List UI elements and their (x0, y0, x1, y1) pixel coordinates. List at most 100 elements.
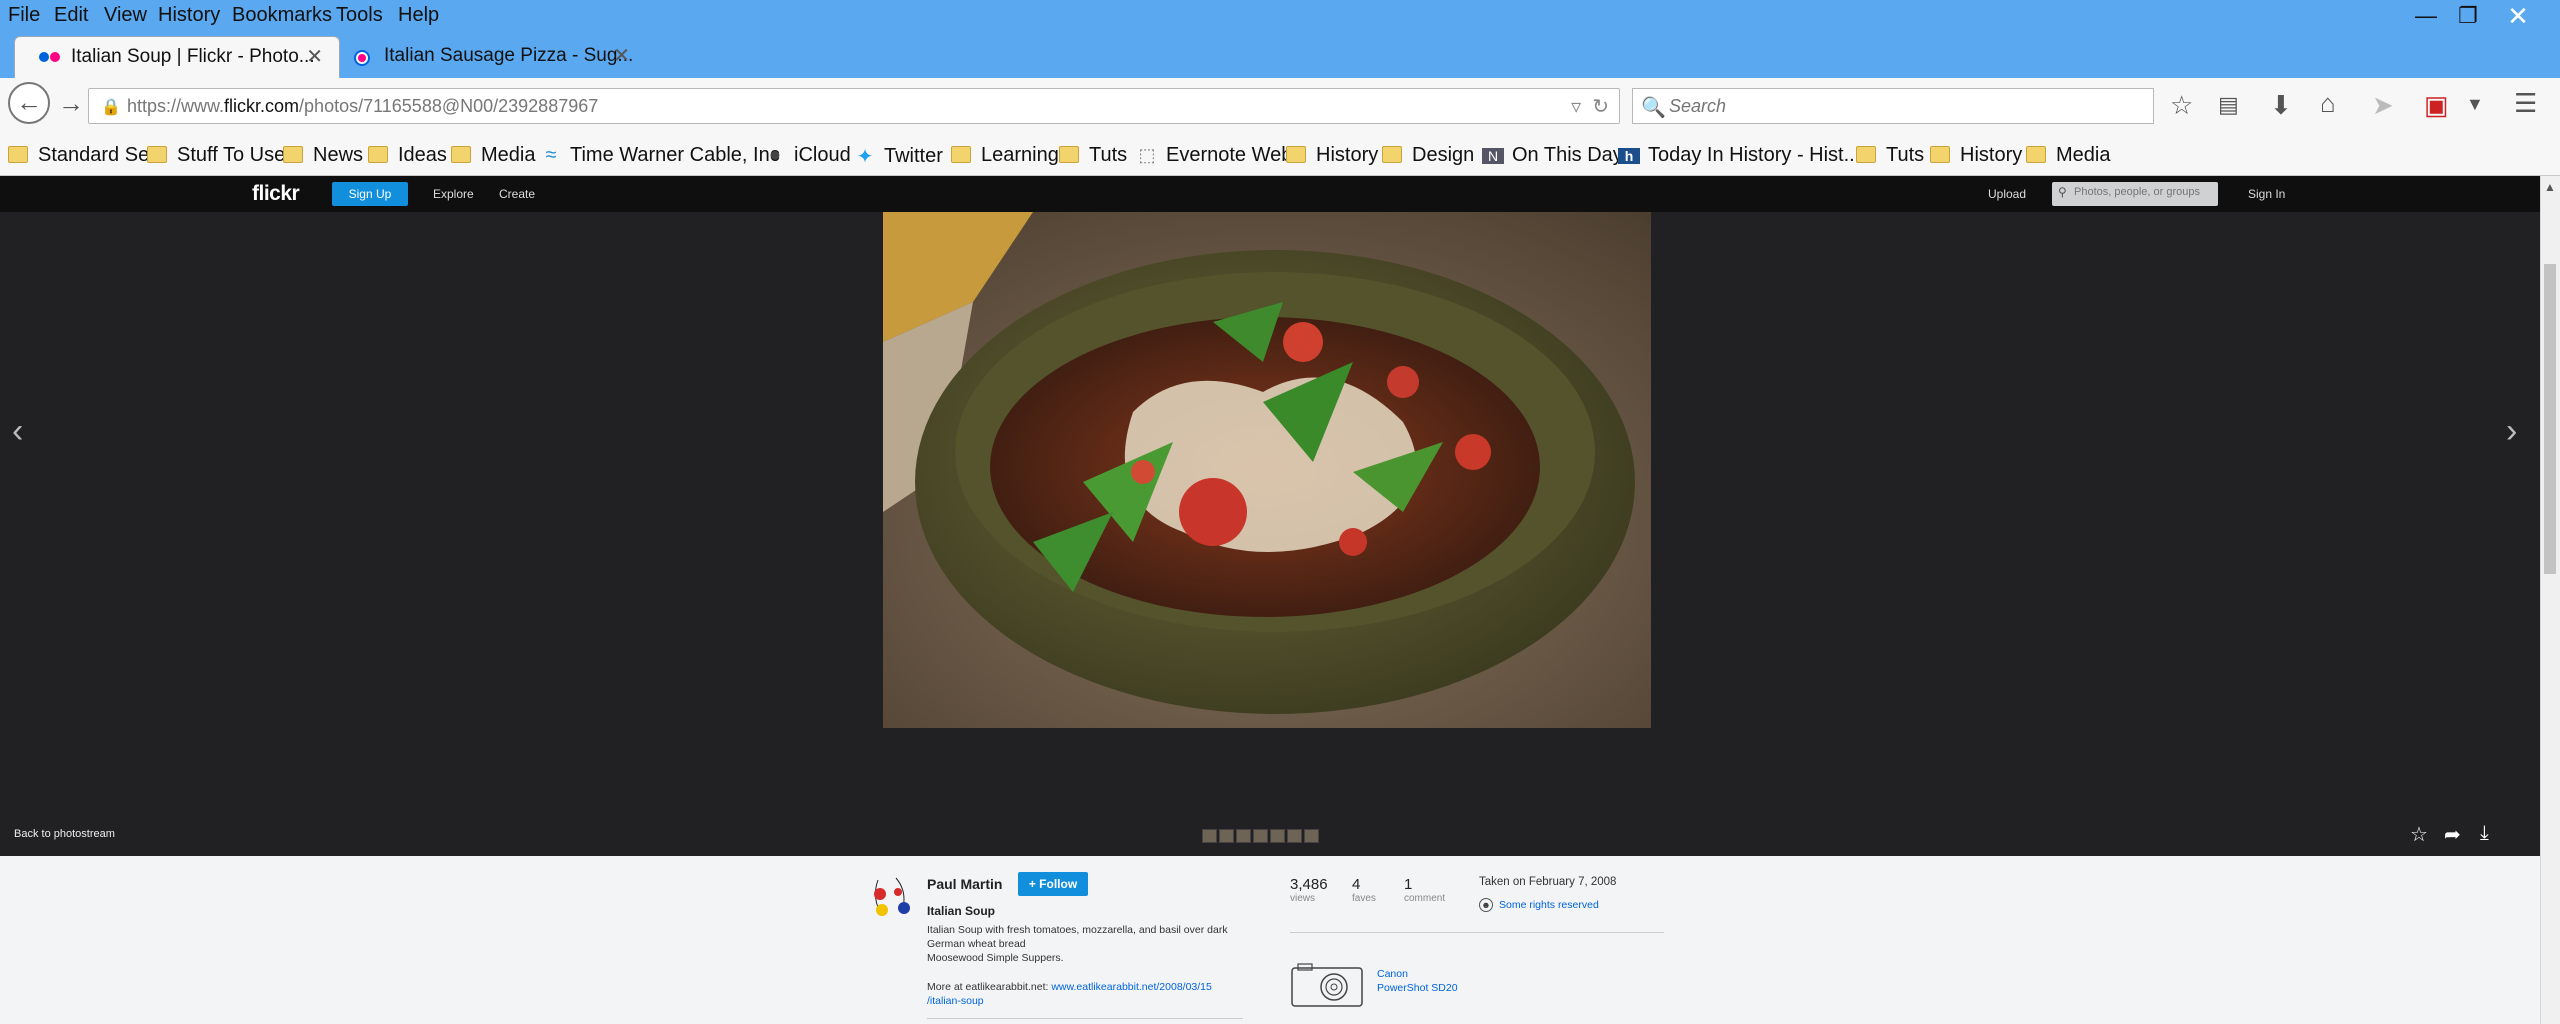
explore-link[interactable]: Explore (433, 187, 474, 201)
scrollbar-thumb[interactable] (2544, 264, 2556, 574)
folder-icon (283, 146, 303, 163)
menu-edit[interactable]: Edit (54, 4, 88, 27)
eatlikearabbit-link-continued[interactable]: /italian-soup (927, 995, 984, 1007)
taken-date: Taken on February 7, 2008 (1479, 876, 1617, 888)
menu-help[interactable]: Help (398, 4, 439, 27)
flickr-search-input[interactable] (2074, 186, 2214, 198)
tab-italian-sausage-pizza[interactable]: Italian Sausage Pizza - Sug... ✕ (340, 36, 646, 78)
chevron-down-icon[interactable]: ▼ (2466, 94, 2484, 115)
folder-icon (368, 146, 388, 163)
bookmark-icloud[interactable]: ● iCloud (764, 144, 851, 167)
filmstrip-thumbnail[interactable] (1253, 829, 1268, 843)
navigation-bar: ← → 🔒 https://www.flickr.com/photos/7116… (0, 78, 2560, 138)
filmstrip-thumbnail[interactable] (1236, 829, 1251, 843)
bookmark-standard-set[interactable]: Standard Set (8, 144, 155, 167)
flickr-header: flickr Sign Up Explore Create Upload ⚲ S… (0, 176, 2540, 212)
eatlikearabbit-link[interactable]: www.eatlikearabbit.net/2008/03/15 (1051, 981, 1212, 993)
bookmark-tuts-2[interactable]: Tuts (1856, 144, 1924, 167)
tab-close-icon[interactable]: ✕ (306, 37, 323, 77)
bookmark-news[interactable]: News (283, 144, 363, 167)
bookmark-evernote-web[interactable]: ⬚ Evernote Web (1136, 144, 1292, 167)
dropdown-icon[interactable]: ▿ (1571, 96, 1581, 118)
search-input[interactable] (1669, 93, 2129, 119)
nyt-icon: N (1482, 147, 1504, 164)
search-engine-icon[interactable]: 🔍 (1641, 95, 1666, 120)
bookmark-stuff-to-use[interactable]: Stuff To Use (147, 144, 285, 167)
back-to-photostream-link[interactable]: Back to photostream (14, 828, 115, 840)
bookmark-media[interactable]: Media (451, 144, 535, 167)
url-bar[interactable]: 🔒 https://www.flickr.com/photos/71165588… (88, 88, 1620, 124)
follow-button[interactable]: + Follow (1018, 872, 1088, 896)
filmstrip-thumbnail[interactable] (1304, 829, 1319, 843)
search-icon: ⚲ (2058, 185, 2067, 199)
home-icon[interactable]: ⌂ (2320, 88, 2336, 119)
menu-view[interactable]: View (104, 4, 147, 27)
tab-close-icon[interactable]: ✕ (613, 36, 630, 76)
reading-list-icon[interactable]: ▤ (2218, 92, 2239, 118)
share-arrow-icon[interactable]: ➦ (2444, 822, 2461, 847)
bookmark-twitter[interactable]: ✦ Twitter (854, 144, 943, 169)
menu-bookmarks[interactable]: Bookmarks (232, 4, 332, 27)
scrollbar-track[interactable] (2540, 856, 2560, 1024)
restore-icon[interactable]: ❐ (2440, 0, 2496, 32)
flickr-logo[interactable]: flickr (252, 182, 300, 206)
bookmark-on-this-day[interactable]: N On This Day (1482, 144, 1623, 167)
more-info: More at eatlikearabbit.net: www.eatlikea… (927, 981, 1212, 1007)
back-arrow-icon[interactable]: ← (8, 82, 50, 124)
camera-model-link[interactable]: PowerShot SD20 (1377, 982, 1458, 994)
url-text[interactable]: https://www.flickr.com/photos/71165588@N… (127, 96, 598, 117)
title-bar: File Edit View History Bookmarks Tools H… (0, 0, 2560, 32)
close-window-icon[interactable]: ✕ (2490, 0, 2546, 32)
photo-viewer: flickr Sign Up Explore Create Upload ⚲ S… (0, 176, 2560, 856)
menu-history[interactable]: History (158, 4, 220, 27)
upload-link[interactable]: Upload (1988, 187, 2026, 201)
tab-italian-soup[interactable]: Italian Soup | Flickr - Photo... ✕ (14, 36, 340, 78)
download-icon[interactable]: ⤓ (2480, 822, 2489, 845)
hamburger-menu-icon[interactable]: ☰ (2514, 88, 2537, 119)
filmstrip-thumbnail[interactable] (1202, 829, 1217, 843)
license-link[interactable]: ☻ Some rights reserved (1479, 898, 1599, 912)
previous-photo-icon[interactable]: ‹ (12, 412, 23, 451)
bookmark-ideas[interactable]: Ideas (368, 144, 447, 167)
menu-tools[interactable]: Tools (336, 4, 383, 27)
filmstrip-thumbnail[interactable] (1219, 829, 1234, 843)
filmstrip-thumbnail[interactable] (1270, 829, 1285, 843)
folder-icon (1286, 146, 1306, 163)
extension-icon[interactable]: ▣ (2424, 90, 2449, 121)
forward-arrow-icon[interactable]: → (58, 88, 84, 119)
folder-icon (8, 146, 28, 163)
sign-in-link[interactable]: Sign In (2248, 187, 2285, 201)
photo-filmstrip (1202, 829, 1319, 843)
author-name[interactable]: Paul Martin (927, 876, 1002, 892)
favorite-star-icon[interactable]: ☆ (2410, 822, 2428, 847)
page-icon: ⬚ (1138, 145, 1156, 165)
divider (1290, 932, 1664, 933)
bookmark-star-icon[interactable]: ☆ (2170, 90, 2193, 121)
scroll-up-icon[interactable]: ▲ (2544, 180, 2556, 194)
bookmark-time-warner-cable[interactable]: ≈ Time Warner Cable, Inc (540, 144, 780, 167)
create-link[interactable]: Create (499, 187, 535, 201)
bookmark-tuts[interactable]: Tuts (1059, 144, 1127, 167)
main-photo (883, 212, 1651, 728)
bookmark-history[interactable]: History (1286, 144, 1378, 167)
camera-brand-link[interactable]: Canon (1377, 968, 1408, 980)
bookmark-learning[interactable]: Learning (951, 144, 1059, 167)
bookmark-history-2[interactable]: History (1930, 144, 2022, 167)
sign-up-button[interactable]: Sign Up (332, 182, 408, 206)
next-photo-icon[interactable]: › (2506, 412, 2517, 451)
apple-icon: ● (768, 144, 782, 166)
avatar[interactable] (868, 872, 916, 920)
search-box[interactable]: 🔍 (1632, 88, 2154, 124)
menu-file[interactable]: File (8, 4, 40, 27)
bookmark-today-in-history[interactable]: h Today In History - Hist... (1618, 144, 1860, 167)
faves-stat: 4 faves (1352, 876, 1376, 904)
bookmark-media-2[interactable]: Media (2026, 144, 2110, 167)
bookmark-design[interactable]: Design (1382, 144, 1474, 167)
share-icon[interactable]: ➤ (2372, 90, 2394, 121)
filmstrip-thumbnail[interactable] (1287, 829, 1302, 843)
reload-icon[interactable]: ↻ (1592, 96, 1609, 118)
downloads-icon[interactable]: ⬇ (2270, 90, 2292, 121)
flickr-search[interactable]: ⚲ (2052, 182, 2218, 206)
folder-icon (147, 146, 167, 163)
folder-icon (1930, 146, 1950, 163)
